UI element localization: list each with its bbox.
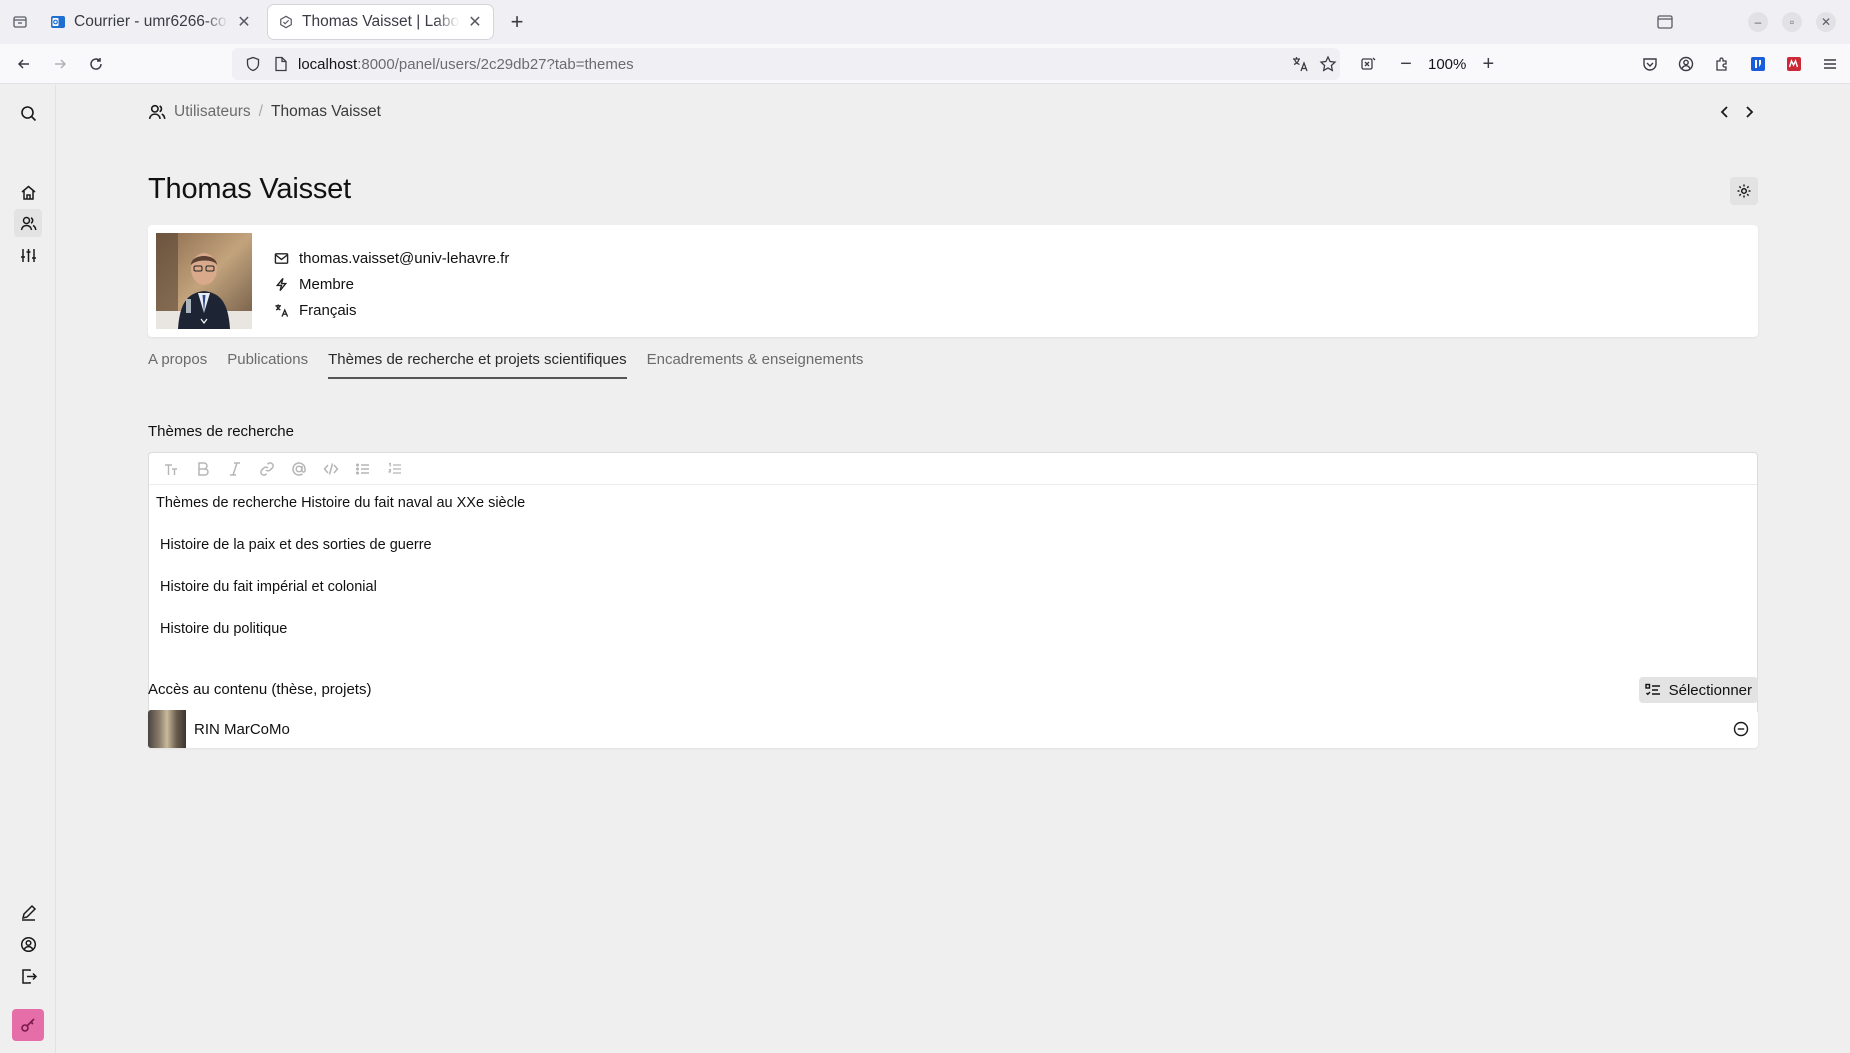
extension-puzzle-broken-icon[interactable] <box>1350 48 1386 80</box>
address-bar[interactable]: localhost:8000/panel/users/2c29db27?tab=… <box>232 48 1340 80</box>
themes-paragraph: Histoire de la paix et des sorties de gu… <box>160 537 432 553</box>
bolt-icon <box>273 276 289 292</box>
tab-supervision-teaching[interactable]: Encadrements & enseignements <box>637 337 874 381</box>
bitwarden-extension-icon[interactable] <box>1740 48 1776 80</box>
code-icon[interactable] <box>315 455 347 483</box>
breadcrumb: Utilisateurs / Thomas Vaisset <box>148 103 381 121</box>
profile-email[interactable]: thomas.vaisset@univ-lehavre.fr <box>299 250 509 267</box>
editor-content[interactable]: Thèmes de recherche Histoire du fait nav… <box>149 485 1757 669</box>
content-access-label: Accès au contenu (thèse, projets) <box>148 681 372 698</box>
email-row: thomas.vaisset@univ-lehavre.fr <box>273 245 509 271</box>
breadcrumb-users-link[interactable]: Utilisateurs <box>174 103 251 121</box>
select-button-label: Sélectionner <box>1668 681 1752 699</box>
email-link-icon[interactable] <box>283 455 315 483</box>
bold-icon[interactable] <box>187 455 219 483</box>
zoom-level[interactable]: 100% <box>1428 56 1466 73</box>
profile-info: thomas.vaisset@univ-lehavre.fr Membre Fr… <box>273 245 509 323</box>
content-item-name: RIN MarCoMo <box>194 720 290 738</box>
profile-tabs: A propos Publications Thèmes de recherch… <box>148 337 873 383</box>
remove-circle-icon[interactable] <box>1732 720 1750 738</box>
maximize-button[interactable]: ▫ <box>1782 12 1802 32</box>
italic-icon[interactable] <box>219 455 251 483</box>
translate-icon[interactable] <box>1288 52 1312 76</box>
bookmark-star-icon[interactable] <box>1316 52 1340 76</box>
content-thumbnail <box>148 710 186 748</box>
zoom-in-button[interactable]: + <box>1472 48 1504 80</box>
themes-paragraph: Thèmes de recherche Histoire du fait nav… <box>156 495 526 511</box>
page-title: Thomas Vaisset <box>148 173 351 205</box>
profile-language[interactable]: Français <box>299 302 357 319</box>
app-sidebar <box>0 85 56 1053</box>
link-icon[interactable] <box>251 455 283 483</box>
themes-editor[interactable]: Thèmes de recherche Histoire du fait nav… <box>148 452 1758 732</box>
pocket-icon[interactable] <box>1632 48 1668 80</box>
tab-about[interactable]: A propos <box>148 337 217 381</box>
menu-icon[interactable] <box>1812 48 1848 80</box>
zoom-out-button[interactable]: − <box>1390 48 1422 80</box>
mail-icon <box>273 250 289 266</box>
gear-icon[interactable] <box>1730 177 1758 205</box>
chevron-left-icon[interactable] <box>1716 101 1734 123</box>
zoom-controls: − 100% + <box>1390 48 1504 80</box>
select-button[interactable]: Sélectionner <box>1638 677 1758 703</box>
search-icon[interactable] <box>14 99 42 127</box>
new-tab-button[interactable]: + <box>497 5 537 39</box>
themes-paragraph: Histoire du politique <box>160 621 288 637</box>
zotero-extension-icon[interactable] <box>1776 48 1812 80</box>
themes-paragraph: Histoire du fait impérial et colonial <box>160 579 377 595</box>
profile-role[interactable]: Membre <box>299 276 354 293</box>
avatar[interactable] <box>156 233 252 329</box>
url-host: localhost <box>298 55 358 73</box>
outlook-icon <box>50 14 66 30</box>
toolbar-extensions <box>1632 48 1850 80</box>
breadcrumb-current[interactable]: Thomas Vaisset <box>271 103 381 121</box>
breadcrumb-separator: / <box>258 103 263 120</box>
role-row: Membre <box>273 271 509 297</box>
extensions-puzzle-icon[interactable] <box>1704 48 1740 80</box>
account-icon[interactable] <box>14 930 42 958</box>
close-tab-icon[interactable]: ✕ <box>236 14 252 31</box>
checklist-icon <box>1644 683 1661 697</box>
editor-toolbar <box>149 453 1757 485</box>
profile-card: thomas.vaisset@univ-lehavre.fr Membre Fr… <box>148 225 1758 337</box>
language-row: Français <box>273 297 509 323</box>
tab-title: Thomas Vaisset | Laboratoire <box>302 13 459 30</box>
page-icon[interactable] <box>270 56 292 72</box>
pencil-icon[interactable] <box>14 898 42 926</box>
logout-icon[interactable] <box>14 962 42 990</box>
tab-title: Courrier - umr6266-contact <box>74 13 228 30</box>
browser-tabbar: Courrier - umr6266-contact ✕ Thomas Vais… <box>0 0 1850 44</box>
url-path: :8000/panel/users/2c29db27?tab=themes <box>357 55 634 73</box>
settings-sliders-icon[interactable] <box>14 241 42 269</box>
forward-button[interactable] <box>42 48 78 80</box>
browser-tab-profile[interactable]: Thomas Vaisset | Laboratoire ✕ <box>268 5 493 39</box>
bullet-list-icon[interactable] <box>347 455 379 483</box>
tab-overview-icon[interactable] <box>1656 14 1674 30</box>
tab-publications[interactable]: Publications <box>217 337 318 381</box>
prev-next-nav <box>1716 101 1758 123</box>
users-icon[interactable] <box>14 209 42 237</box>
tracking-shield-icon[interactable] <box>242 56 264 72</box>
browser-navbar: localhost:8000/panel/users/2c29db27?tab=… <box>0 44 1850 84</box>
close-window-button[interactable]: ✕ <box>1816 12 1836 32</box>
account-circle-icon[interactable] <box>1668 48 1704 80</box>
key-icon[interactable] <box>12 1009 44 1041</box>
heading-icon[interactable] <box>155 455 187 483</box>
chevron-right-icon[interactable] <box>1740 101 1758 123</box>
home-icon[interactable] <box>14 178 42 206</box>
reload-button[interactable] <box>78 48 114 80</box>
browser-tab-mail[interactable]: Courrier - umr6266-contact ✕ <box>40 5 262 39</box>
minimize-button[interactable]: – <box>1748 12 1768 32</box>
site-icon <box>278 14 294 30</box>
close-tab-icon[interactable]: ✕ <box>467 14 483 31</box>
translate-icon <box>273 302 289 318</box>
list-all-tabs-button[interactable] <box>0 0 40 44</box>
users-icon <box>148 103 166 121</box>
tab-themes[interactable]: Thèmes de recherche et projets scientifi… <box>318 337 636 381</box>
list-item[interactable]: RIN MarCoMo <box>148 710 1758 748</box>
back-button[interactable] <box>6 48 42 80</box>
window-controls: – ▫ ✕ <box>1656 0 1850 44</box>
ordered-list-icon[interactable] <box>379 455 411 483</box>
themes-label: Thèmes de recherche <box>148 423 294 440</box>
